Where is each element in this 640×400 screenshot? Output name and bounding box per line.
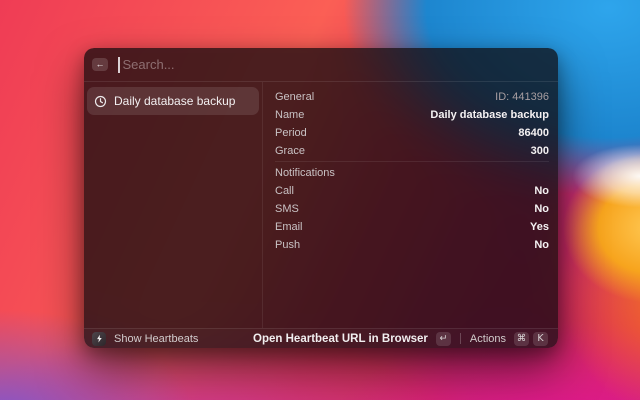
detail-label: Email <box>275 221 303 233</box>
list-item-daily-database-backup[interactable]: Daily database backup <box>87 87 259 115</box>
detail-value: 300 <box>531 145 549 157</box>
command-palette-window: ← Daily database backup <box>84 48 558 348</box>
detail-label: Grace <box>275 145 305 157</box>
detail-row: Period 86400 <box>275 124 549 142</box>
detail-row: Notifications <box>275 164 549 182</box>
clock-icon <box>94 95 107 108</box>
detail-value: No <box>534 239 549 251</box>
primary-action-button[interactable]: Open Heartbeat URL in Browser <box>253 333 428 345</box>
detail-value: No <box>534 185 549 197</box>
actions-menu-button[interactable]: Actions <box>470 333 506 345</box>
detail-value: No <box>534 203 549 215</box>
detail-section-notifications: Notifications Call No SMS No Email Yes <box>275 164 549 254</box>
k-key-icon[interactable]: K <box>533 332 548 346</box>
detail-label: Notifications <box>275 167 335 179</box>
search-bar: ← <box>84 48 558 82</box>
detail-label: General <box>275 91 314 103</box>
command-key-icon[interactable]: ⌘ <box>514 332 529 346</box>
list-item-label: Daily database backup <box>114 94 235 108</box>
detail-row: Grace 300 <box>275 142 549 160</box>
heartbeat-bolt-icon <box>92 332 106 346</box>
back-button[interactable]: ← <box>92 58 108 71</box>
detail-value: 86400 <box>518 127 549 139</box>
results-list: Daily database backup <box>84 82 263 328</box>
footer-divider <box>460 333 461 344</box>
search-input[interactable] <box>120 57 549 72</box>
detail-label: Call <box>275 185 294 197</box>
section-divider <box>275 161 549 162</box>
detail-row: Name Daily database backup <box>275 106 549 124</box>
detail-row: Email Yes <box>275 218 549 236</box>
detail-row: Push No <box>275 236 549 254</box>
detail-label: Name <box>275 109 304 121</box>
detail-label: SMS <box>275 203 299 215</box>
back-arrow-icon: ← <box>96 60 105 69</box>
detail-row: General ID: 441396 <box>275 88 549 106</box>
detail-value: ID: 441396 <box>495 91 549 103</box>
detail-row: Call No <box>275 182 549 200</box>
detail-value: Daily database backup <box>430 109 549 121</box>
return-key-icon[interactable]: ↵ <box>436 332 451 346</box>
detail-section-general: General ID: 441396 Name Daily database b… <box>275 88 549 160</box>
detail-label: Period <box>275 127 307 139</box>
action-bar: Show Heartbeats Open Heartbeat URL in Br… <box>84 328 558 348</box>
detail-row: SMS No <box>275 200 549 218</box>
detail-value: Yes <box>530 221 549 233</box>
show-heartbeats-button[interactable]: Show Heartbeats <box>114 333 198 345</box>
detail-panel: General ID: 441396 Name Daily database b… <box>263 82 558 328</box>
detail-label: Push <box>275 239 300 251</box>
